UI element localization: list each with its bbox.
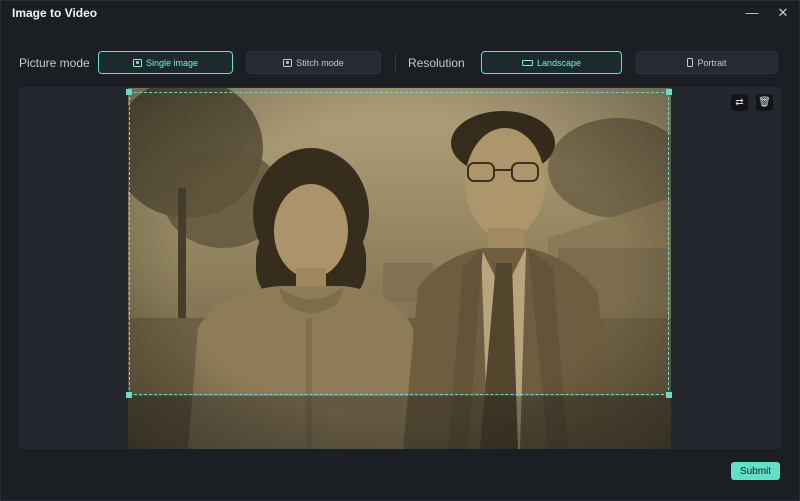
window-title: Image to Video [12, 6, 98, 20]
crop-handle-top-right[interactable] [666, 89, 672, 95]
image-icon [132, 58, 142, 67]
replace-image-button[interactable]: ⇄ [731, 94, 748, 111]
crop-outside-overlay [128, 396, 671, 449]
landscape-icon [521, 59, 533, 66]
options-divider [395, 54, 396, 72]
stitch-icon [283, 58, 293, 67]
single-image-label: Single image [145, 57, 199, 68]
options-bar: Picture mode Single image Stitch mode Re… [1, 49, 800, 77]
minimize-icon[interactable]: — [743, 5, 761, 21]
stitch-mode-button[interactable]: Stitch mode [246, 51, 381, 74]
trash-icon: 🗑 [758, 97, 771, 108]
portrait-label: Portrait [697, 57, 727, 68]
close-icon[interactable]: ✕ [774, 5, 792, 21]
image-to-video-window: Image to Video — ✕ Picture mode Single i… [0, 0, 800, 501]
resolution-label: Resolution [408, 56, 465, 70]
crop-handle-bottom-left[interactable] [126, 392, 132, 398]
portrait-button[interactable]: Portrait [636, 51, 778, 74]
stitch-mode-label: Stitch mode [296, 57, 344, 68]
portrait-icon [687, 58, 694, 67]
crop-handle-bottom-right[interactable] [666, 392, 672, 398]
replace-icon: ⇄ [735, 97, 744, 108]
crop-handle-top-left[interactable] [126, 89, 132, 95]
delete-image-button[interactable]: 🗑 [756, 94, 773, 111]
landscape-label: Landscape [536, 57, 582, 68]
picture-mode-label: Picture mode [19, 56, 90, 70]
crop-frame[interactable] [126, 89, 672, 398]
landscape-button[interactable]: Landscape [481, 51, 622, 74]
submit-button[interactable]: Submit [731, 462, 780, 480]
single-image-button[interactable]: Single image [98, 51, 233, 74]
title-bar: Image to Video — ✕ [1, 1, 800, 27]
